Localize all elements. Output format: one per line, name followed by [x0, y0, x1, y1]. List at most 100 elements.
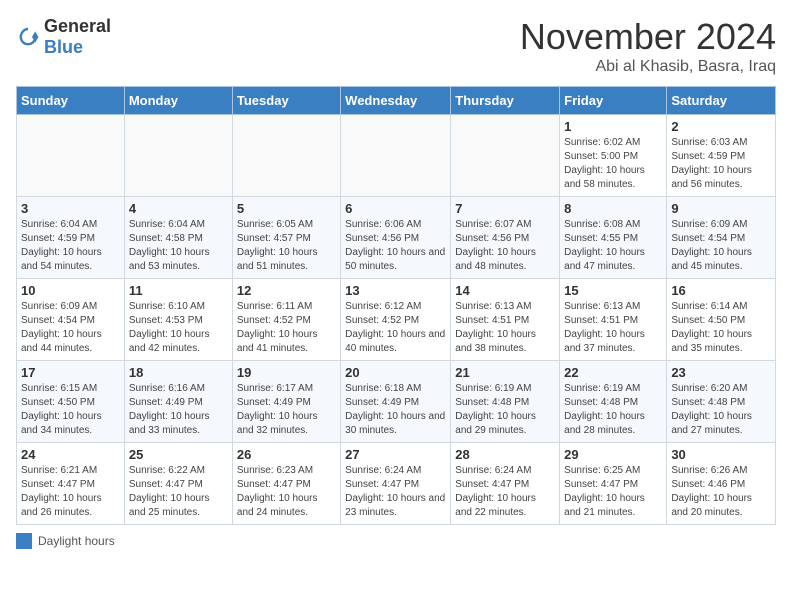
- day-info: Sunrise: 6:25 AM Sunset: 4:47 PM Dayligh…: [564, 464, 662, 520]
- day-number: 2: [671, 119, 771, 134]
- header-cell-monday: Monday: [124, 87, 232, 115]
- day-info: Sunrise: 6:20 AM Sunset: 4:48 PM Dayligh…: [671, 382, 771, 438]
- day-number: 19: [237, 365, 336, 380]
- day-cell: 10 Sunrise: 6:09 AM Sunset: 4:54 PM Dayli…: [17, 279, 125, 361]
- month-title: November 2024: [520, 16, 776, 58]
- day-number: 7: [455, 201, 555, 216]
- day-cell: 6 Sunrise: 6:06 AM Sunset: 4:56 PM Daylig…: [341, 197, 451, 279]
- day-cell: 30 Sunrise: 6:26 AM Sunset: 4:46 PM Dayli…: [667, 443, 776, 525]
- calendar-table: SundayMondayTuesdayWednesdayThursdayFrid…: [16, 86, 776, 525]
- day-cell: 11 Sunrise: 6:10 AM Sunset: 4:53 PM Dayli…: [124, 279, 232, 361]
- header-row: SundayMondayTuesdayWednesdayThursdayFrid…: [17, 87, 776, 115]
- legend-color-box: [16, 533, 32, 549]
- day-info: Sunrise: 6:09 AM Sunset: 4:54 PM Dayligh…: [671, 218, 771, 274]
- day-number: 5: [237, 201, 336, 216]
- day-info: Sunrise: 6:14 AM Sunset: 4:50 PM Dayligh…: [671, 300, 771, 356]
- day-info: Sunrise: 6:05 AM Sunset: 4:57 PM Dayligh…: [237, 218, 336, 274]
- week-row-4: 24 Sunrise: 6:21 AM Sunset: 4:47 PM Dayli…: [17, 443, 776, 525]
- day-info: Sunrise: 6:10 AM Sunset: 4:53 PM Dayligh…: [129, 300, 228, 356]
- location-title: Abi al Khasib, Basra, Iraq: [520, 58, 776, 76]
- logo: General Blue: [16, 16, 111, 58]
- day-info: Sunrise: 6:15 AM Sunset: 4:50 PM Dayligh…: [21, 382, 120, 438]
- logo-general: General: [44, 16, 111, 36]
- day-cell: [232, 115, 340, 197]
- day-cell: 5 Sunrise: 6:05 AM Sunset: 4:57 PM Daylig…: [232, 197, 340, 279]
- day-cell: 7 Sunrise: 6:07 AM Sunset: 4:56 PM Daylig…: [451, 197, 560, 279]
- day-number: 30: [671, 447, 771, 462]
- day-info: Sunrise: 6:06 AM Sunset: 4:56 PM Dayligh…: [345, 218, 446, 274]
- header-cell-friday: Friday: [560, 87, 667, 115]
- logo-text: General Blue: [44, 16, 111, 58]
- day-cell: 13Sunrise: 6:12 AM Sunset: 4:52 PM Dayli…: [341, 279, 451, 361]
- day-info: Sunrise: 6:13 AM Sunset: 4:51 PM Dayligh…: [564, 300, 662, 356]
- day-info: Sunrise: 6:02 AM Sunset: 5:00 PM Dayligh…: [564, 136, 662, 192]
- day-number: 21: [455, 365, 555, 380]
- day-number: 10: [21, 283, 120, 298]
- day-number: 4: [129, 201, 228, 216]
- day-info: Sunrise: 6:04 AM Sunset: 4:59 PM Dayligh…: [21, 218, 120, 274]
- day-cell: 15 Sunrise: 6:13 AM Sunset: 4:51 PM Dayli…: [560, 279, 667, 361]
- day-cell: 9 Sunrise: 6:09 AM Sunset: 4:54 PM Daylig…: [667, 197, 776, 279]
- day-info: Sunrise: 6:12 AM Sunset: 4:52 PM Dayligh…: [345, 300, 446, 356]
- day-info: Sunrise: 6:23 AM Sunset: 4:47 PM Dayligh…: [237, 464, 336, 520]
- week-row-2: 10 Sunrise: 6:09 AM Sunset: 4:54 PM Dayli…: [17, 279, 776, 361]
- legend-label: Daylight hours: [38, 534, 115, 548]
- calendar-header: SundayMondayTuesdayWednesdayThursdayFrid…: [17, 87, 776, 115]
- day-number: 22: [564, 365, 662, 380]
- day-cell: 14 Sunrise: 6:13 AM Sunset: 4:51 PM Dayli…: [451, 279, 560, 361]
- day-number: 17: [21, 365, 120, 380]
- day-info: Sunrise: 6:21 AM Sunset: 4:47 PM Dayligh…: [21, 464, 120, 520]
- day-cell: [17, 115, 125, 197]
- day-number: 11: [129, 283, 228, 298]
- day-number: 27: [345, 447, 446, 462]
- day-cell: 19Sunrise: 6:17 AM Sunset: 4:49 PM Dayli…: [232, 361, 340, 443]
- logo-icon: [16, 25, 40, 49]
- day-info: Sunrise: 6:24 AM Sunset: 4:47 PM Dayligh…: [455, 464, 555, 520]
- page-header: General Blue November 2024 Abi al Khasib…: [16, 16, 776, 76]
- day-info: Sunrise: 6:16 AM Sunset: 4:49 PM Dayligh…: [129, 382, 228, 438]
- day-info: Sunrise: 6:11 AM Sunset: 4:52 PM Dayligh…: [237, 300, 336, 356]
- day-number: 24: [21, 447, 120, 462]
- day-number: 1: [564, 119, 662, 134]
- day-number: 18: [129, 365, 228, 380]
- week-row-3: 17 Sunrise: 6:15 AM Sunset: 4:50 PM Dayli…: [17, 361, 776, 443]
- day-cell: 23 Sunrise: 6:20 AM Sunset: 4:48 PM Dayli…: [667, 361, 776, 443]
- day-info: Sunrise: 6:07 AM Sunset: 4:56 PM Dayligh…: [455, 218, 555, 274]
- day-number: 20: [345, 365, 446, 380]
- week-row-1: 3Sunrise: 6:04 AM Sunset: 4:59 PM Daylig…: [17, 197, 776, 279]
- day-cell: 17 Sunrise: 6:15 AM Sunset: 4:50 PM Dayli…: [17, 361, 125, 443]
- day-cell: 21 Sunrise: 6:19 AM Sunset: 4:48 PM Dayli…: [451, 361, 560, 443]
- calendar-body: 1 Sunrise: 6:02 AM Sunset: 5:00 PM Daylig…: [17, 115, 776, 525]
- day-cell: 29 Sunrise: 6:25 AM Sunset: 4:47 PM Dayli…: [560, 443, 667, 525]
- header-cell-tuesday: Tuesday: [232, 87, 340, 115]
- logo-blue: Blue: [44, 37, 83, 57]
- day-number: 28: [455, 447, 555, 462]
- day-info: Sunrise: 6:09 AM Sunset: 4:54 PM Dayligh…: [21, 300, 120, 356]
- day-cell: 12 Sunrise: 6:11 AM Sunset: 4:52 PM Dayli…: [232, 279, 340, 361]
- day-number: 14: [455, 283, 555, 298]
- day-info: Sunrise: 6:22 AM Sunset: 4:47 PM Dayligh…: [129, 464, 228, 520]
- day-cell: 27 Sunrise: 6:24 AM Sunset: 4:47 PM Dayli…: [341, 443, 451, 525]
- day-number: 12: [237, 283, 336, 298]
- day-number: 6: [345, 201, 446, 216]
- header-cell-wednesday: Wednesday: [341, 87, 451, 115]
- day-info: Sunrise: 6:04 AM Sunset: 4:58 PM Dayligh…: [129, 218, 228, 274]
- day-cell: 25Sunrise: 6:22 AM Sunset: 4:47 PM Dayli…: [124, 443, 232, 525]
- day-cell: 16 Sunrise: 6:14 AM Sunset: 4:50 PM Dayli…: [667, 279, 776, 361]
- day-number: 16: [671, 283, 771, 298]
- day-cell: 3Sunrise: 6:04 AM Sunset: 4:59 PM Daylig…: [17, 197, 125, 279]
- day-info: Sunrise: 6:19 AM Sunset: 4:48 PM Dayligh…: [564, 382, 662, 438]
- day-info: Sunrise: 6:24 AM Sunset: 4:47 PM Dayligh…: [345, 464, 446, 520]
- day-number: 29: [564, 447, 662, 462]
- day-cell: 4 Sunrise: 6:04 AM Sunset: 4:58 PM Daylig…: [124, 197, 232, 279]
- day-number: 9: [671, 201, 771, 216]
- day-cell: 26 Sunrise: 6:23 AM Sunset: 4:47 PM Dayli…: [232, 443, 340, 525]
- day-info: Sunrise: 6:26 AM Sunset: 4:46 PM Dayligh…: [671, 464, 771, 520]
- day-number: 26: [237, 447, 336, 462]
- day-cell: [451, 115, 560, 197]
- day-info: Sunrise: 6:13 AM Sunset: 4:51 PM Dayligh…: [455, 300, 555, 356]
- day-number: 23: [671, 365, 771, 380]
- day-info: Sunrise: 6:19 AM Sunset: 4:48 PM Dayligh…: [455, 382, 555, 438]
- header-cell-thursday: Thursday: [451, 87, 560, 115]
- day-number: 15: [564, 283, 662, 298]
